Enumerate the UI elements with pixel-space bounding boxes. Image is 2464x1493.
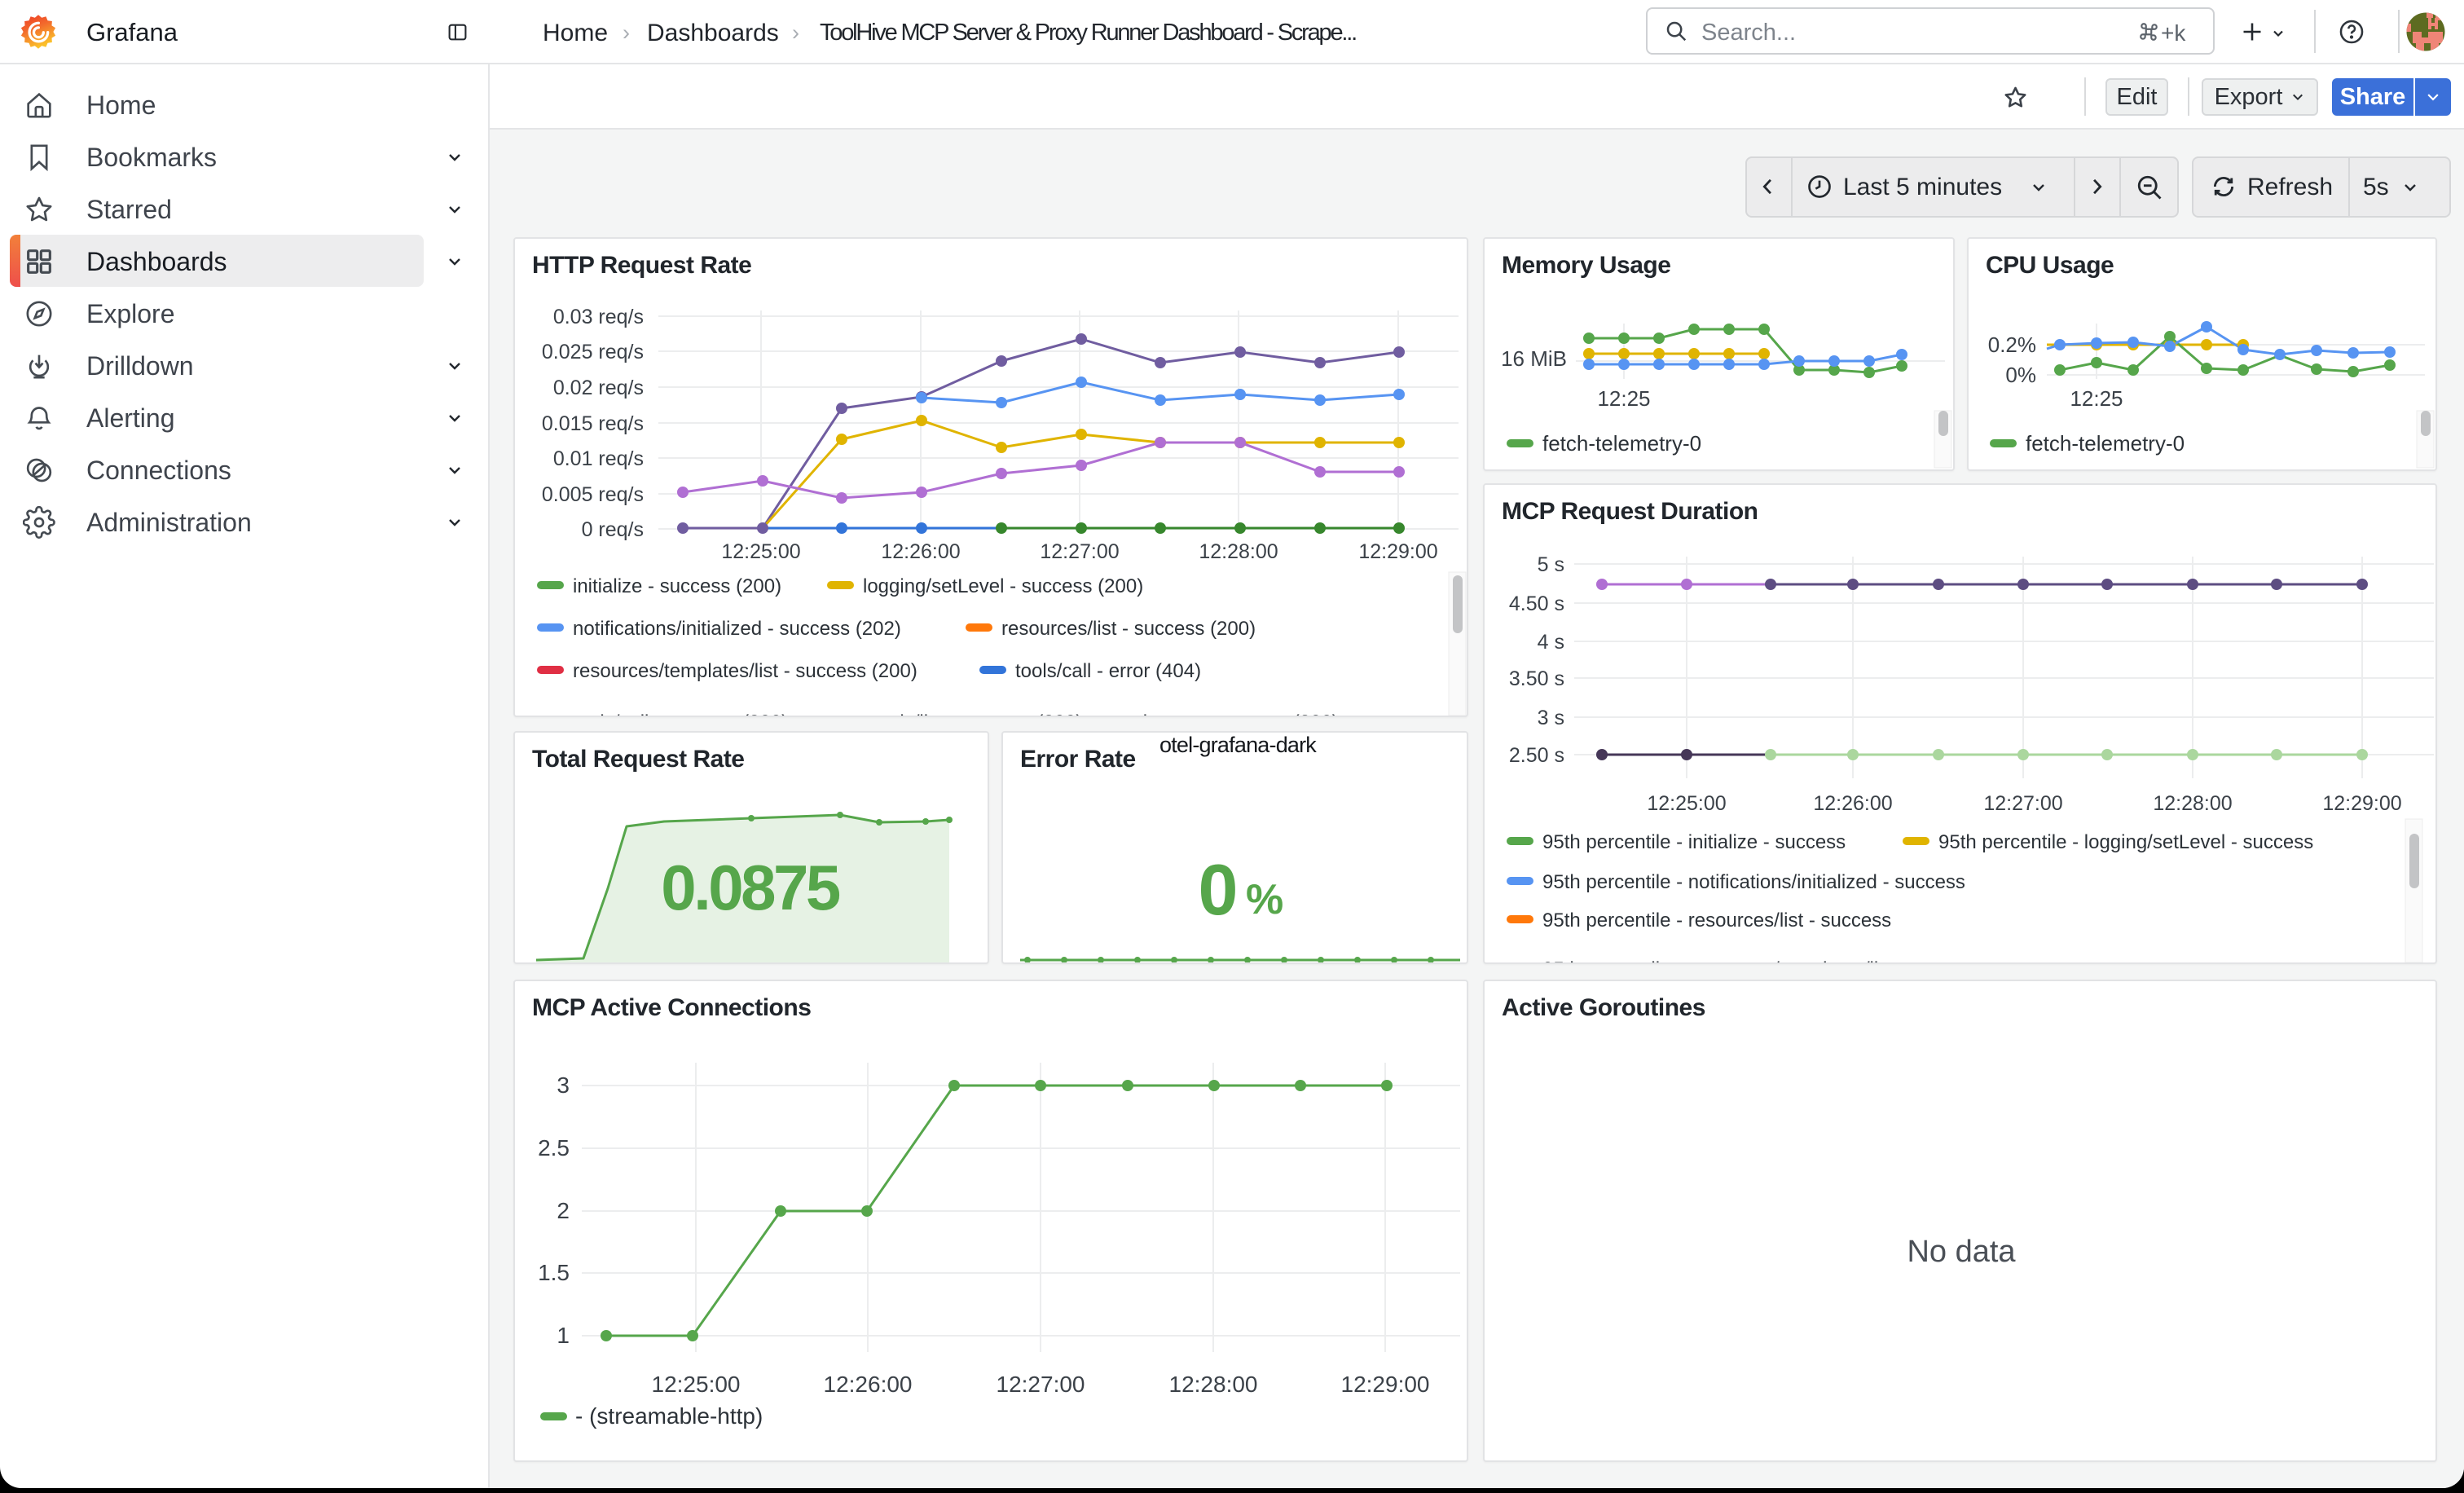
svg-text:- (streamable-http): - (streamable-http)	[575, 1403, 763, 1429]
svg-text:0.025 req/s: 0.025 req/s	[542, 341, 644, 363]
svg-text:2: 2	[557, 1198, 570, 1223]
svg-text:12:27:00: 12:27:00	[1983, 792, 2062, 815]
svg-text:Total Request Rate: Total Request Rate	[532, 746, 745, 773]
svg-text:12:29:00: 12:29:00	[1358, 540, 1437, 563]
svg-text:0.0875: 0.0875	[661, 852, 840, 923]
svg-text:12:27:00: 12:27:00	[997, 1372, 1085, 1397]
svg-text:0 req/s: 0 req/s	[582, 518, 644, 541]
svg-text:12:25: 12:25	[1597, 386, 1650, 411]
svg-text:MCP Request Duration: MCP Request Duration	[1502, 498, 1758, 525]
svg-text:3: 3	[557, 1072, 570, 1098]
svg-text:No data: No data	[1907, 1235, 2016, 1269]
svg-text:%: %	[1246, 876, 1283, 923]
svg-text:Active Goroutines: Active Goroutines	[1502, 994, 1705, 1021]
svg-text:95th percentile - logging/setL: 95th percentile - logging/setLevel - suc…	[1938, 831, 2313, 853]
svg-text:CPU Usage: CPU Usage	[1986, 252, 2114, 279]
svg-text:Memory Usage: Memory Usage	[1502, 252, 1670, 279]
svg-text:12:27:00: 12:27:00	[1040, 540, 1119, 563]
svg-text:initialize - success (200): initialize - success (200)	[573, 575, 781, 597]
svg-text:12:29:00: 12:29:00	[1341, 1372, 1430, 1397]
svg-text:0%: 0%	[2005, 363, 2036, 387]
svg-text:95th percentile - initialize -: 95th percentile - initialize - success	[1542, 831, 1846, 853]
svg-text:fetch-telemetry-0: fetch-telemetry-0	[2026, 431, 2185, 456]
svg-text:95th percentile - resources/te: 95th percentile - resources/templates/li…	[1542, 958, 1982, 962]
svg-text:12:26:00: 12:26:00	[1813, 792, 1892, 815]
svg-text:12:25:00: 12:25:00	[721, 540, 800, 563]
svg-text:0.01 req/s: 0.01 req/s	[553, 447, 644, 470]
svg-text:MCP Active Connections: MCP Active Connections	[532, 994, 811, 1021]
svg-text:tools/call - error (404): tools/call - error (404)	[1015, 660, 1201, 682]
svg-text:0.005 req/s: 0.005 req/s	[542, 483, 644, 506]
svg-text:12:25:00: 12:25:00	[652, 1372, 741, 1397]
svg-text:12:28:00: 12:28:00	[1169, 1372, 1258, 1397]
svg-text:12:26:00: 12:26:00	[881, 540, 960, 563]
svg-text:tools/call - success (200): tools/call - success (200)	[573, 711, 788, 716]
svg-text:1.5: 1.5	[538, 1260, 570, 1285]
svg-text:0.02 req/s: 0.02 req/s	[553, 377, 644, 399]
svg-text:2.5: 2.5	[538, 1135, 570, 1160]
svg-text:0.2%: 0.2%	[1988, 333, 2036, 357]
svg-text:95th percentile - resources/li: 95th percentile - resources/list - succe…	[1542, 909, 1891, 931]
svg-text:resources/templates/list - suc: resources/templates/list - success (200)	[573, 660, 917, 682]
svg-text:4.50 s: 4.50 s	[1509, 592, 1564, 615]
svg-text:tools/list - success (200): tools/list - success (200)	[873, 711, 1082, 716]
svg-text:95th percentile - notification: 95th percentile - notifications/initiali…	[1542, 871, 1965, 893]
svg-text:2.50 s: 2.50 s	[1509, 744, 1564, 767]
svg-text:notifications/initialized - su: notifications/initialized - success (202…	[573, 618, 901, 640]
svg-text:resources/list - success (200): resources/list - success (200)	[1001, 618, 1256, 640]
svg-text:12:28:00: 12:28:00	[1199, 540, 1278, 563]
svg-text:0.03 req/s: 0.03 req/s	[553, 306, 644, 328]
svg-text:16 MiB: 16 MiB	[1501, 346, 1567, 371]
svg-text:0: 0	[1199, 849, 1239, 930]
svg-text:12:26:00: 12:26:00	[824, 1372, 913, 1397]
svg-text:unknown - success (200): unknown - success (200)	[1121, 711, 1339, 716]
svg-text:Error Rate: Error Rate	[1020, 746, 1136, 773]
svg-text:12:25:00: 12:25:00	[1647, 792, 1726, 815]
svg-text:4 s: 4 s	[1538, 631, 1564, 654]
svg-text:12:25: 12:25	[2070, 386, 2123, 411]
svg-text:logging/setLevel - success (20: logging/setLevel - success (200)	[863, 575, 1143, 597]
svg-text:1: 1	[557, 1323, 570, 1348]
svg-text:12:29:00: 12:29:00	[2322, 792, 2401, 815]
svg-text:3 s: 3 s	[1538, 707, 1564, 729]
svg-text:12:28:00: 12:28:00	[2153, 792, 2232, 815]
svg-text:0.015 req/s: 0.015 req/s	[542, 412, 644, 435]
svg-text:5 s: 5 s	[1538, 553, 1564, 576]
svg-text:3.50 s: 3.50 s	[1509, 667, 1564, 690]
svg-text:fetch-telemetry-0: fetch-telemetry-0	[1542, 431, 1701, 456]
svg-text:HTTP Request Rate: HTTP Request Rate	[532, 252, 751, 279]
